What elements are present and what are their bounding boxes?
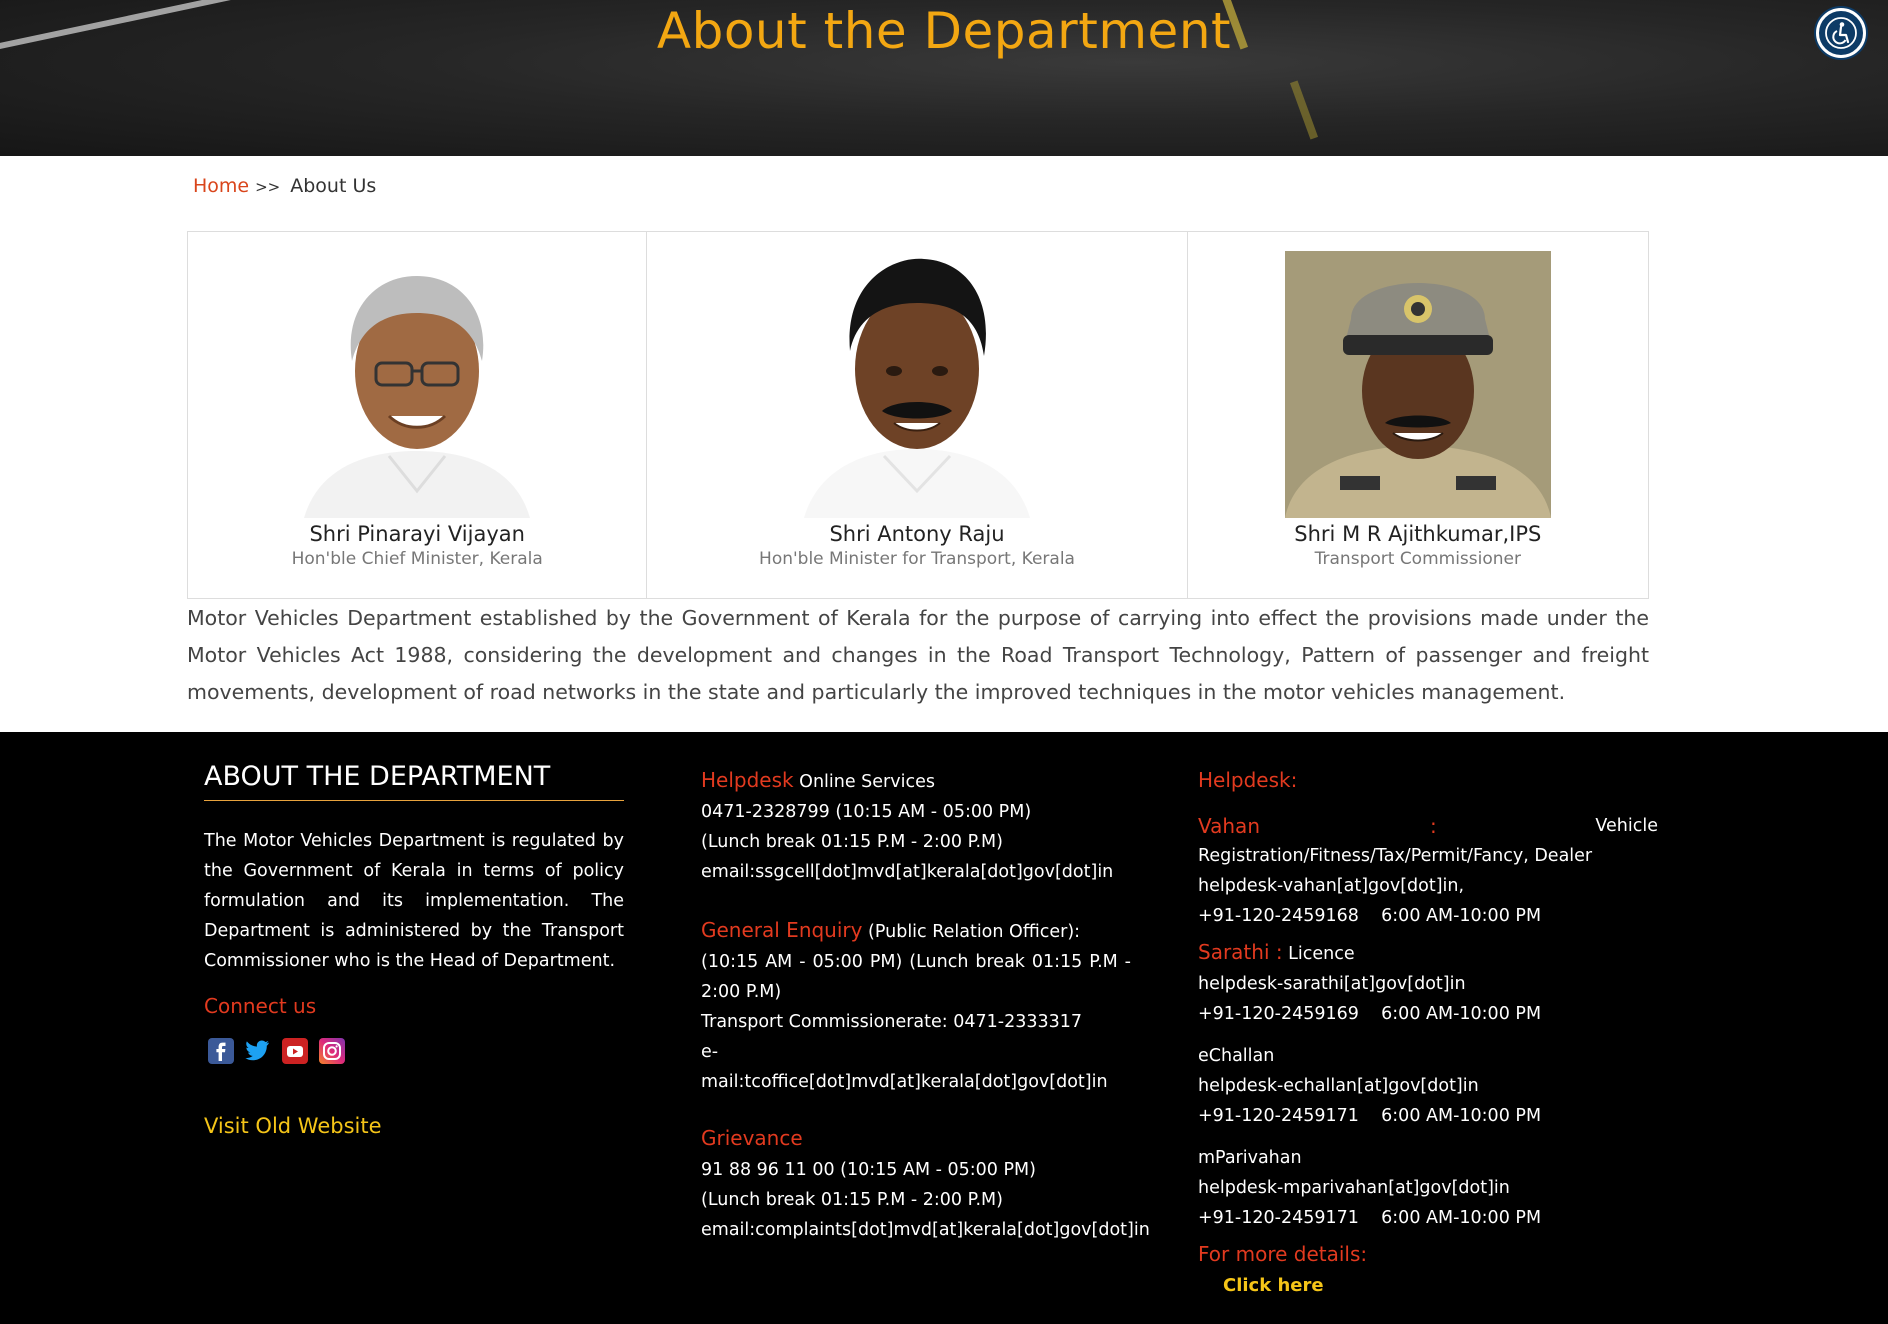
vahan-phone: +91-120-2459168 6:00 AM-10:00 PM [1198, 906, 1542, 926]
road-marking [1289, 80, 1319, 140]
breadcrumb-current: About Us [290, 175, 377, 197]
vahan-email: helpdesk-vahan[at]gov[dot]in, [1198, 876, 1465, 896]
grievance-label: Grievance [701, 1126, 803, 1150]
helpdesk-online-phone: 0471-2328799 (10:15 AM - 05:00 PM) [701, 802, 1032, 822]
footer-helpdesk-column: Helpdesk: Vahan : Vehicle Registration/F… [1198, 732, 1658, 1301]
vahan-section: Vahan : Vehicle Registration/Fitness/Tax… [1198, 811, 1658, 931]
footer: ABOUT THE DEPARTMENT The Motor Vehicles … [0, 732, 1888, 1324]
helpdesk-title: Helpdesk: [1198, 768, 1298, 792]
grievance-email: email:complaints[dot]mvd[at]kerala[dot]g… [701, 1220, 1150, 1240]
general-enquiry-email-prefix: e- [701, 1042, 719, 1062]
profile-photo-transport-commissioner [1284, 251, 1551, 518]
helpdesk-online-lunch: (Lunch break 01:15 P.M - 2:00 P.M) [701, 832, 1003, 852]
profile-role: Hon'ble Chief Minister, Kerala [291, 549, 543, 569]
profile-name: Shri Pinarayi Vijayan [309, 522, 525, 546]
vahan-first-word: Vehicle [1595, 816, 1658, 836]
youtube-icon[interactable] [282, 1038, 308, 1064]
vahan-description: Registration/Fitness/Tax/Permit/Fancy, D… [1198, 846, 1593, 866]
visit-old-website-link[interactable]: Visit Old Website [204, 1114, 624, 1138]
more-details-label: For more details: [1198, 1242, 1368, 1266]
general-enquiry-phone: Transport Commissionerate: 0471-2333317 [701, 1012, 1083, 1032]
sarathi-email: helpdesk-sarathi[at]gov[dot]in [1198, 974, 1466, 994]
profile-card-transport-minister: Shri Antony Raju Hon'ble Minister for Tr… [647, 232, 1188, 598]
profile-photo-chief-minister [284, 251, 551, 518]
grievance-phone: 91 88 96 11 00 (10:15 AM - 05:00 PM) [701, 1160, 1036, 1180]
general-enquiry-label: General Enquiry [701, 918, 863, 942]
grievance-lunch: (Lunch break 01:15 P.M - 2:00 P.M) [701, 1190, 1003, 1210]
helpdesk-online-label: Helpdesk [701, 768, 794, 792]
echallan-phone: +91-120-2459171 6:00 AM-10:00 PM [1198, 1106, 1542, 1126]
profile-name: Shri M R Ajithkumar,IPS [1294, 522, 1542, 546]
social-links [204, 1038, 624, 1064]
mparivahan-email: helpdesk-mparivahan[at]gov[dot]in [1198, 1178, 1510, 1198]
sarathi-label: Sarathi : [1198, 940, 1283, 964]
breadcrumb: Home >> About Us [193, 175, 376, 197]
footer-about-column: ABOUT THE DEPARTMENT The Motor Vehicles … [204, 732, 624, 1138]
profile-card-transport-commissioner: Shri M R Ajithkumar,IPS Transport Commis… [1188, 232, 1648, 598]
echallan-section: eChallan helpdesk-echallan[at]gov[dot]in… [1198, 1041, 1658, 1131]
mparivahan-section: mParivahan helpdesk-mparivahan[at]gov[do… [1198, 1143, 1658, 1233]
general-enquiry-section: General Enquiry (Public Relation Officer… [701, 915, 1171, 1097]
officials-panel: Shri Pinarayi Vijayan Hon'ble Chief Mini… [187, 231, 1649, 599]
page-title: About the Department [656, 2, 1232, 60]
mparivahan-label: mParivahan [1198, 1148, 1302, 1168]
instagram-icon[interactable] [319, 1038, 345, 1064]
vahan-colon: : [1430, 814, 1437, 838]
helpdesk-online-email: email:ssgcell[dot]mvd[at]kerala[dot]gov[… [701, 862, 1114, 882]
sarathi-description: Licence [1282, 944, 1355, 964]
general-enquiry-label-rest: (Public Relation Officer): [862, 922, 1081, 942]
general-enquiry-hours: (10:15 AM - 05:00 PM) (Lunch break 01:15… [701, 952, 1131, 1002]
profile-name: Shri Antony Raju [829, 522, 1005, 546]
echallan-email: helpdesk-echallan[at]gov[dot]in [1198, 1076, 1479, 1096]
profile-role: Transport Commissioner [1314, 549, 1521, 569]
sarathi-section: Sarathi : Licence helpdesk-sarathi[at]go… [1198, 937, 1658, 1029]
helpdesk-online-label-rest: Online Services [793, 772, 935, 792]
accessibility-button[interactable] [1816, 8, 1866, 58]
sarathi-phone: +91-120-2459169 6:00 AM-10:00 PM [1198, 1004, 1542, 1024]
footer-about-title: ABOUT THE DEPARTMENT [204, 761, 624, 801]
connect-us-heading: Connect us [204, 994, 317, 1018]
twitter-icon[interactable] [245, 1038, 271, 1064]
hero-banner: About the Department [0, 0, 1888, 156]
profile-photo-transport-minister [784, 251, 1050, 518]
general-enquiry-email: mail:tcoffice[dot]mvd[at]kerala[dot]gov[… [701, 1072, 1108, 1092]
footer-about-text: The Motor Vehicles Department is regulat… [204, 831, 624, 971]
helpdesk-online-section: Helpdesk Online Services 0471-2328799 (1… [701, 765, 1171, 887]
profile-role: Hon'ble Minister for Transport, Kerala [759, 549, 1075, 569]
footer-contact-column: Helpdesk Online Services 0471-2328799 (1… [701, 732, 1171, 1245]
echallan-label: eChallan [1198, 1046, 1275, 1066]
facebook-icon[interactable] [208, 1038, 234, 1064]
breadcrumb-separator: >> [255, 178, 281, 196]
mparivahan-phone: +91-120-2459171 6:00 AM-10:00 PM [1198, 1208, 1542, 1228]
grievance-section: Grievance 91 88 96 11 00 (10:15 AM - 05:… [701, 1123, 1171, 1245]
click-here-link[interactable]: Click here [1223, 1275, 1324, 1296]
department-intro: Motor Vehicles Department established by… [187, 606, 1649, 704]
breadcrumb-home-link[interactable]: Home [193, 175, 249, 197]
vahan-label: Vahan [1198, 814, 1260, 838]
profile-card-chief-minister: Shri Pinarayi Vijayan Hon'ble Chief Mini… [188, 232, 648, 598]
accessibility-icon [1825, 17, 1857, 49]
